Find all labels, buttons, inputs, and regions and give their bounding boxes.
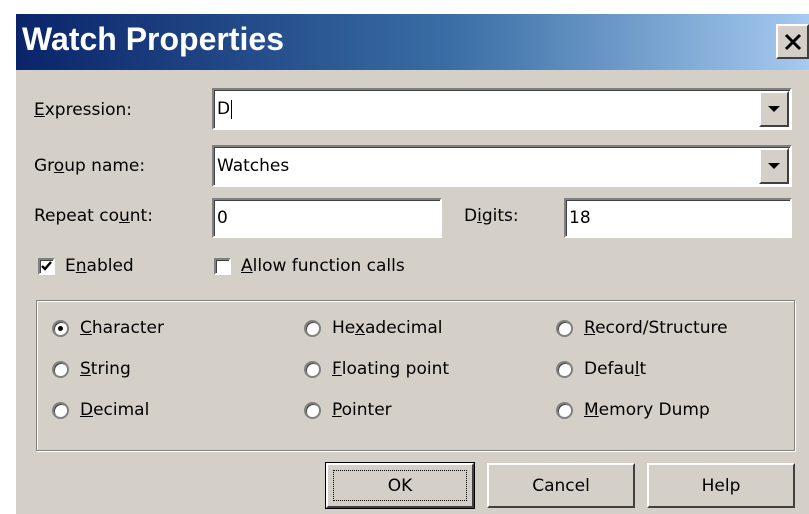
chevron-down-icon <box>768 106 780 112</box>
radio-hexadecimal[interactable]: Hexadecimal <box>304 318 442 338</box>
text-caret <box>231 99 233 119</box>
radio-circle[interactable] <box>304 319 321 337</box>
group-name-label: Group name: <box>34 156 146 176</box>
focus-rectangle <box>333 470 467 501</box>
radio-circle[interactable] <box>556 360 573 378</box>
radio-dot <box>58 325 63 331</box>
allow-function-calls-label: Allow function calls <box>241 256 405 276</box>
group-name-dropdown-button[interactable] <box>759 148 789 184</box>
title-bar[interactable]: Watch Properties <box>16 14 809 70</box>
enabled-label: Enabled <box>65 256 134 276</box>
radio-character[interactable]: Character <box>52 318 164 338</box>
dialog-title: Watch Properties <box>22 21 284 57</box>
check-icon <box>41 260 52 271</box>
digits-input[interactable]: 18 <box>564 198 792 238</box>
radio-circle[interactable] <box>304 401 321 419</box>
radio-string[interactable]: String <box>52 359 131 379</box>
radio-memory-dump[interactable]: Memory Dump <box>556 400 710 420</box>
radio-decimal[interactable]: Decimal <box>52 400 149 420</box>
radio-circle[interactable] <box>556 319 573 337</box>
digits-label: Digits: <box>464 206 519 226</box>
radio-circle[interactable] <box>52 360 69 378</box>
allow-function-calls-checkbox[interactable]: Allow function calls <box>214 254 405 278</box>
enabled-checkbox[interactable]: Enabled <box>38 254 134 278</box>
close-button[interactable] <box>776 24 809 59</box>
radio-default[interactable]: Default <box>556 359 646 379</box>
radio-circle[interactable] <box>304 360 321 378</box>
group-name-input[interactable]: Watches <box>217 147 289 185</box>
radio-pointer[interactable]: Pointer <box>304 400 392 420</box>
checkbox-box[interactable] <box>214 257 231 275</box>
repeat-count-input[interactable]: 0 <box>212 198 442 238</box>
checkbox-box[interactable] <box>38 257 55 275</box>
expression-combobox[interactable]: D <box>212 88 792 130</box>
expression-dropdown-button[interactable] <box>759 91 789 127</box>
help-button[interactable]: Help <box>647 463 795 508</box>
cancel-button[interactable]: Cancel <box>487 463 635 508</box>
radio-circle[interactable] <box>52 319 69 337</box>
radio-floating-point[interactable]: Floating point <box>304 359 449 379</box>
radio-circle[interactable] <box>52 401 69 419</box>
expression-input[interactable]: D <box>217 90 233 128</box>
group-name-combobox[interactable]: Watches <box>212 145 792 187</box>
radio-circle[interactable] <box>556 401 573 419</box>
close-icon <box>784 33 801 50</box>
expression-label: Expression: <box>34 100 133 120</box>
repeat-count-label: Repeat count: <box>34 206 153 226</box>
chevron-down-icon <box>768 163 780 169</box>
ok-button[interactable]: OK <box>325 462 475 509</box>
watch-properties-dialog: Watch Properties Expression: D Group nam… <box>14 12 809 514</box>
radio-record-structure[interactable]: Record/Structure <box>556 318 728 338</box>
